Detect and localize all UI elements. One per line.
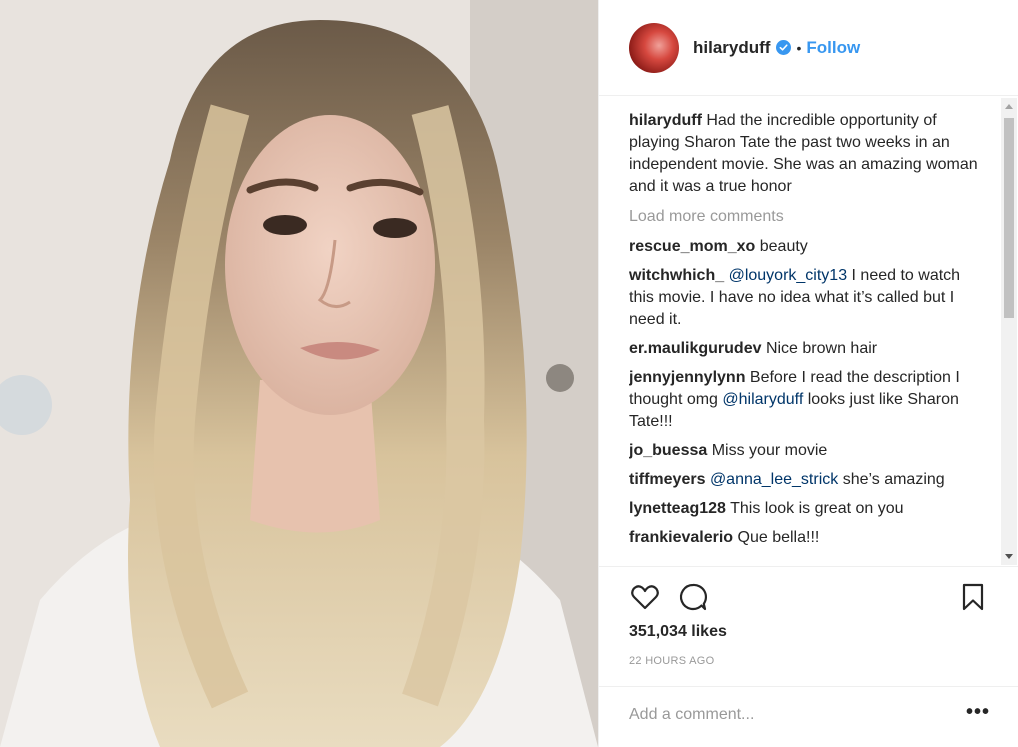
post-caption: hilaryduff Had the incredible opportunit… — [629, 110, 989, 198]
load-more-comments-button[interactable]: Load more comments — [629, 206, 989, 228]
comment-username[interactable]: jo_buessa — [629, 442, 707, 459]
comment-item: witchwhich_ @louyork_city13 I need to wa… — [629, 265, 989, 331]
comment-text: Que bella!!! — [733, 529, 820, 546]
header-separator: • — [796, 39, 802, 56]
comment-text: beauty — [755, 238, 808, 255]
comment-text: Nice brown hair — [761, 340, 878, 357]
comment-item: jo_buessa Miss your movie — [629, 440, 989, 462]
comments-scrollbar[interactable] — [1001, 98, 1017, 565]
ellipsis-icon[interactable]: ••• — [963, 701, 993, 725]
scrollbar-thumb[interactable] — [1004, 118, 1014, 318]
comment-mention[interactable]: @anna_lee_strick — [710, 471, 838, 488]
post-timestamp[interactable]: 22 HOURS AGO — [629, 655, 715, 667]
post-actions-area: 351,034 likes 22 HOURS AGO — [599, 566, 1018, 686]
post-username[interactable]: hilaryduff — [693, 38, 770, 58]
speech-bubble-icon[interactable] — [677, 581, 709, 613]
comment-username[interactable]: rescue_mom_xo — [629, 238, 755, 255]
comments-list: hilaryduff Had the incredible opportunit… — [629, 110, 989, 565]
comment-item: frankievalerio Que bella!!! — [629, 527, 989, 549]
caption-username[interactable]: hilaryduff — [629, 112, 702, 129]
post-photo[interactable] — [0, 0, 598, 747]
comment-item: tiffmeyers @anna_lee_strick she’s amazin… — [629, 469, 989, 491]
post-detail-panel: hilaryduff • Follow hilaryduff Had the i… — [598, 0, 1018, 747]
comment-username[interactable]: er.maulikgurudev — [629, 340, 762, 357]
action-bar — [629, 581, 989, 613]
comment-username[interactable]: witchwhich_ — [629, 267, 724, 284]
comment-text: This look is great on you — [725, 500, 904, 517]
comment-text: she’s amazing — [838, 471, 945, 488]
comment-item: er.maulikgurudev Nice brown hair — [629, 338, 989, 360]
post-header: hilaryduff • Follow — [599, 0, 1018, 96]
comment-mention[interactable]: @louyork_city13 — [729, 267, 848, 284]
comment-item: lynetteag128 This look is great on you — [629, 498, 989, 520]
comment-username[interactable]: lynetteag128 — [629, 500, 726, 517]
comment-username[interactable]: frankievalerio — [629, 529, 733, 546]
verified-badge-icon — [776, 40, 792, 55]
add-comment-input[interactable] — [629, 703, 949, 727]
scroll-up-arrow-icon[interactable] — [1001, 98, 1017, 114]
comment-item: rescue_mom_xo beauty — [629, 236, 989, 258]
add-comment-bar: ••• — [599, 686, 1018, 747]
comment-text: Miss your movie — [707, 442, 828, 459]
likes-count[interactable]: 351,034 likes — [629, 623, 727, 641]
heart-icon[interactable] — [629, 581, 661, 613]
comment-mention[interactable]: @hilaryduff — [722, 391, 803, 408]
comment-item: jennyjennylynn Before I read the descrip… — [629, 367, 989, 433]
bookmark-icon[interactable] — [957, 581, 989, 613]
follow-button[interactable]: Follow — [806, 38, 860, 58]
avatar[interactable] — [629, 22, 679, 73]
photo-illustration — [0, 0, 598, 747]
scroll-down-arrow-icon[interactable] — [1001, 549, 1017, 565]
comment-username[interactable]: jennyjennylynn — [629, 369, 745, 386]
comment-username[interactable]: tiffmeyers — [629, 471, 705, 488]
